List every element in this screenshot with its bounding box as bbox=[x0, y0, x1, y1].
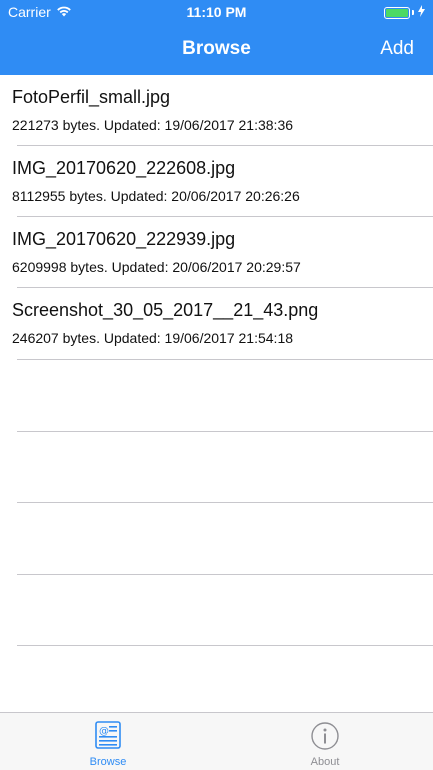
navigation-header: Carrier 11:10 PM Browse Add bbox=[0, 0, 433, 75]
list-item[interactable]: FotoPerfil_small.jpg 221273 bytes. Updat… bbox=[0, 75, 433, 146]
battery-level bbox=[386, 8, 408, 17]
charging-icon bbox=[418, 5, 425, 20]
tab-about[interactable]: About bbox=[217, 713, 433, 770]
battery-tip bbox=[412, 10, 414, 15]
file-name: IMG_20170620_222608.jpg bbox=[12, 158, 236, 178]
browse-icon: @ bbox=[94, 721, 122, 754]
file-name: FotoPerfil_small.jpg bbox=[12, 87, 171, 107]
file-meta: 8112955 bytes. Updated: 20/06/2017 20:26… bbox=[12, 188, 300, 204]
status-bar: Carrier 11:10 PM bbox=[0, 0, 433, 24]
page-title: Browse bbox=[182, 38, 251, 59]
svg-text:@: @ bbox=[99, 726, 109, 737]
row-separator bbox=[17, 502, 433, 503]
status-right bbox=[384, 5, 425, 20]
file-meta: 246207 bytes. Updated: 19/06/2017 21:54:… bbox=[12, 330, 294, 346]
list-item[interactable]: IMG_20170620_222939.jpg 6209998 bytes. U… bbox=[0, 217, 433, 288]
tab-bar: @ Browse About bbox=[0, 712, 433, 770]
row-separator bbox=[17, 574, 433, 575]
file-list: FotoPerfil_small.jpg 221273 bytes. Updat… bbox=[0, 75, 433, 713]
list-item[interactable]: Screenshot_30_05_2017__21_43.png 246207 … bbox=[0, 288, 433, 359]
row-separator bbox=[17, 431, 433, 432]
tab-browse-label: Browse bbox=[89, 756, 127, 768]
file-meta: 6209998 bytes. Updated: 20/06/2017 20:29… bbox=[12, 259, 301, 275]
list-item[interactable]: IMG_20170620_222608.jpg 8112955 bytes. U… bbox=[0, 146, 433, 217]
file-name: IMG_20170620_222939.jpg bbox=[12, 229, 236, 249]
row-separator bbox=[17, 359, 433, 360]
row-separator bbox=[17, 645, 433, 646]
battery-icon bbox=[384, 6, 410, 19]
tab-about-label: About bbox=[310, 756, 340, 768]
file-meta: 221273 bytes. Updated: 19/06/2017 21:38:… bbox=[12, 117, 294, 133]
add-button[interactable]: Add bbox=[380, 38, 414, 60]
file-name: Screenshot_30_05_2017__21_43.png bbox=[12, 300, 319, 320]
status-time: 11:10 PM bbox=[186, 4, 247, 20]
info-icon bbox=[310, 721, 340, 756]
tab-browse[interactable]: @ Browse bbox=[0, 713, 216, 770]
